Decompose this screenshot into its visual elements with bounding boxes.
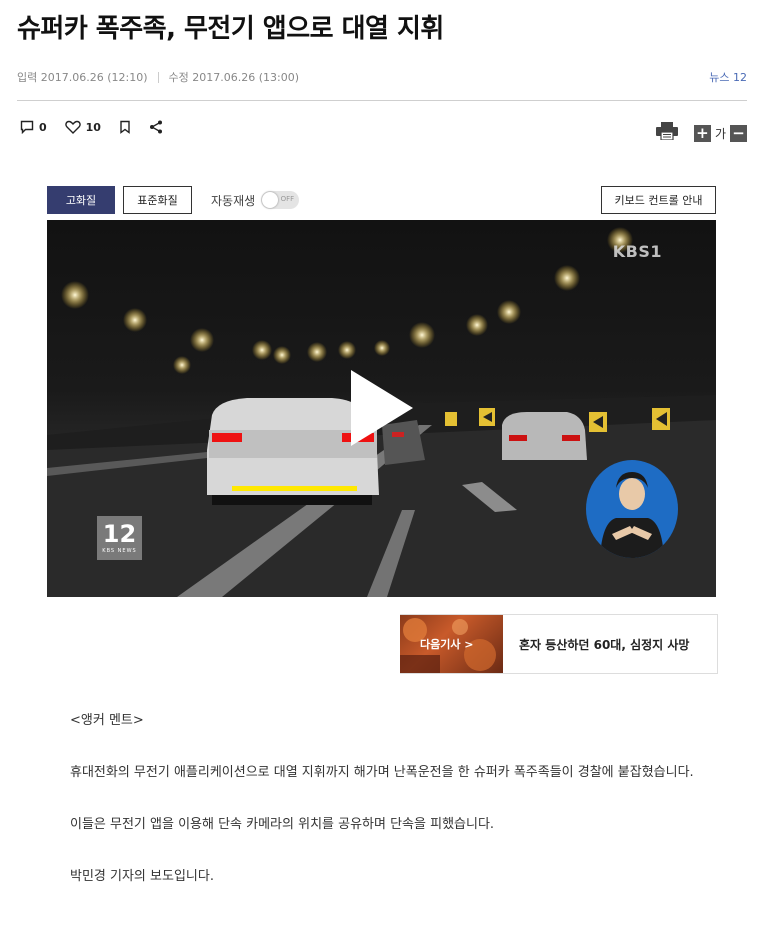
meta-divider xyxy=(157,71,159,83)
channel-logo-sub: KBS NEWS xyxy=(102,548,137,554)
sign-language-inset xyxy=(586,460,678,558)
next-article-label: 다음기사 > xyxy=(420,638,474,651)
body-paragraph: 휴대전화의 무전기 애플리케이션으로 대열 지휘까지 해가며 난폭운전을 한 슈… xyxy=(70,765,694,780)
article-toolbar: 0 10 xyxy=(20,120,181,134)
broadcaster-logo: KBS1 xyxy=(612,242,662,261)
print-icon[interactable] xyxy=(655,122,678,144)
bookmark-icon xyxy=(119,120,131,134)
input-time: 입력 2017.06.26 (12:10) xyxy=(17,71,148,84)
comment-icon xyxy=(20,120,34,134)
share-button[interactable] xyxy=(149,120,163,134)
font-size-label: 가 xyxy=(714,126,726,141)
toggle-knob xyxy=(262,192,279,208)
quality-high-button[interactable]: 고화질 xyxy=(47,186,115,214)
source-link[interactable]: 뉴스 12 xyxy=(709,69,747,85)
font-increase-button[interactable]: + xyxy=(693,124,711,142)
font-decrease-button[interactable]: − xyxy=(730,124,747,142)
next-article-card[interactable]: 다음기사 > 혼자 등산하던 60대, 심정지 사망 xyxy=(400,614,718,674)
play-icon[interactable] xyxy=(351,370,413,450)
channel-logo-number: 12 xyxy=(102,520,137,548)
video-quality-bar: 고화질 표준화질 자동재생 OFF 키보드 컨트롤 안내 xyxy=(47,186,716,214)
quality-standard-button[interactable]: 표준화질 xyxy=(123,186,192,214)
header-divider xyxy=(17,100,747,101)
share-icon xyxy=(149,120,163,134)
autoplay-toggle[interactable]: OFF xyxy=(261,191,300,209)
comment-button[interactable]: 0 xyxy=(20,120,47,134)
next-article-title: 혼자 등산하던 60대, 심정지 사망 xyxy=(519,637,690,652)
sign-language-interpreter xyxy=(600,472,664,558)
keyboard-guide-button[interactable]: 키보드 컨트롤 안내 xyxy=(601,186,716,214)
next-article-thumbnail: 다음기사 > xyxy=(400,615,503,673)
autoplay-control: 자동재생 OFF xyxy=(211,186,300,214)
comment-count: 0 xyxy=(39,120,47,134)
video-player[interactable]: KBS1 12 KBS NEWS xyxy=(47,220,716,597)
body-paragraph: 박민경 기자의 보도입니다. xyxy=(70,869,214,884)
like-button[interactable]: 10 xyxy=(64,120,101,134)
body-paragraph: 이들은 무전기 앱을 이용해 단속 카메라의 위치를 공유하며 단속을 피했습니… xyxy=(70,817,495,832)
article-meta: 입력 2017.06.26 (12:10) 수정 2017.06.26 (13:… xyxy=(17,69,299,85)
modified-time: 수정 2017.06.26 (13:00) xyxy=(168,71,300,84)
body-paragraph: <앵커 멘트> xyxy=(70,713,144,728)
article-title: 슈퍼카 폭주족, 무전기 앱으로 대열 지휘 xyxy=(17,14,444,44)
bookmark-button[interactable] xyxy=(119,120,131,134)
autoplay-label: 자동재생 xyxy=(211,193,256,208)
article-body: <앵커 멘트> 휴대전화의 무전기 애플리케이션으로 대열 지휘까지 해가며 난… xyxy=(70,708,720,890)
view-tools: + 가 − xyxy=(655,122,747,144)
heart-icon xyxy=(64,120,81,134)
like-count: 10 xyxy=(85,120,101,134)
toggle-state: OFF xyxy=(280,195,295,203)
channel-logo: 12 KBS NEWS xyxy=(97,516,142,560)
